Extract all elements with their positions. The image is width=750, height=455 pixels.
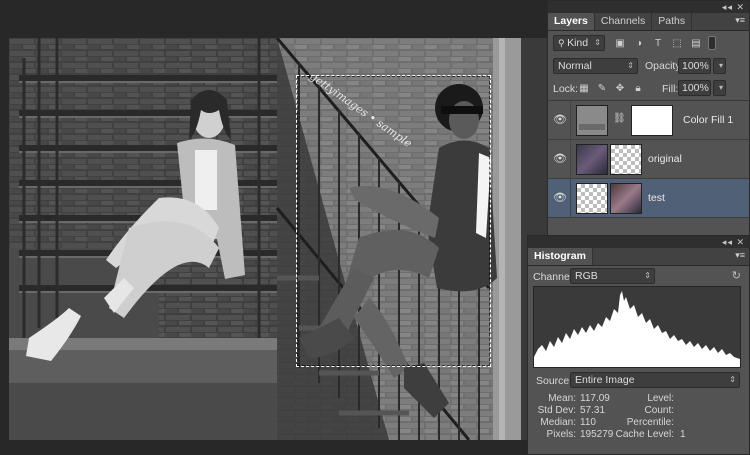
histogram-tabbar: Histogram ▾≡ [528, 248, 749, 266]
shape-filter-icon[interactable]: ⬚ [671, 38, 683, 50]
layer-thumbnail [576, 183, 608, 214]
refresh-icon[interactable]: ↻ [732, 269, 741, 282]
layer-mask-thumbnail [631, 105, 673, 136]
layer-name: test [648, 192, 665, 204]
layer-mask-thumbnail [610, 144, 642, 175]
fill-dropdown-button[interactable]: ▾ [713, 80, 726, 96]
stat-mean-value: 117.09 [580, 393, 610, 404]
lock-all-icon[interactable]: 🔒︎ [632, 83, 644, 95]
layer-test[interactable]: 👁︎ test [548, 179, 749, 218]
panel-collapse-bar[interactable]: ◂◂ ✕ [528, 236, 749, 248]
filter-kind-label: Kind [567, 37, 589, 49]
divider [570, 101, 571, 140]
layer-filter-row: ⚲ Kind ⇕ ▣ ◑ T ⬚ ▤ [548, 32, 749, 56]
source-value: Entire Image [575, 374, 635, 386]
stat-cache-level-label: Cache Level: [615, 429, 674, 440]
layers-list: 👁︎ ⛓ Color Fill 1 👁︎ original 👁︎ test [548, 100, 749, 218]
collapse-icon[interactable]: ◂◂ ✕ [722, 2, 745, 13]
opacity-input[interactable]: 100% [678, 58, 711, 74]
source-label: Source: [536, 375, 573, 387]
tab-channels[interactable]: Channels [595, 13, 653, 30]
histogram-graph [533, 286, 741, 368]
stat-count-label: Count: [644, 405, 674, 416]
stat-mean-label: Mean: [548, 393, 576, 404]
lock-position-icon[interactable]: ✥ [614, 83, 626, 95]
tab-layers[interactable]: Layers [548, 13, 595, 30]
lock-row: Lock: ▦ ✎ ✥ 🔒︎ Fill: 100% ▾ [548, 78, 749, 100]
stepper-icon: ⇕ [594, 38, 601, 47]
layer-color-fill-1[interactable]: 👁︎ ⛓ Color Fill 1 [548, 101, 749, 140]
lock-label: Lock: [553, 83, 579, 95]
layer-mask-thumbnail [610, 183, 642, 214]
adjustment-filter-icon[interactable]: ◑ [633, 38, 645, 50]
eye-icon[interactable]: 👁︎ [553, 153, 567, 165]
stat-median-value: 110 [580, 417, 596, 428]
chevron-down-icon: ▾ [718, 83, 723, 92]
stat-stddev-value: 57.31 [580, 405, 606, 416]
stat-pixels-value: 195279 [580, 429, 614, 440]
panel-menu-icon[interactable]: ▾≡ [735, 15, 745, 26]
layers-panel: ◂◂ ✕ Layers Channels Paths ▾≡ ⚲ Kind ⇕ ▣ … [547, 0, 750, 240]
marquee-selection[interactable] [296, 75, 491, 367]
layer-thumbnail [576, 144, 608, 175]
fill-swatch-icon [579, 124, 605, 130]
histogram-plot [534, 291, 740, 367]
stepper-icon: ⇕ [729, 375, 736, 384]
filter-toggle-icon[interactable] [708, 36, 716, 50]
lock-transparency-icon[interactable]: ▦ [578, 83, 590, 95]
layer-original[interactable]: 👁︎ original [548, 140, 749, 179]
channel-value: RGB [575, 270, 598, 282]
collapse-icon[interactable]: ◂◂ ✕ [722, 237, 745, 248]
fill-label: Fill: [662, 83, 679, 95]
blend-mode-select[interactable]: Normal ⇕ [553, 58, 638, 74]
stat-level-label: Level: [647, 393, 674, 404]
canvas-area[interactable]: gettyimages • sample [0, 0, 547, 455]
panel-collapse-bar[interactable]: ◂◂ ✕ [548, 1, 749, 13]
layers-tabbar: Layers Channels Paths ▾≡ [548, 13, 749, 31]
divider [570, 140, 571, 179]
filter-kind-select[interactable]: ⚲ Kind ⇕ [553, 35, 605, 51]
blend-row: Normal ⇕ Opacity: 100% ▾ [548, 56, 749, 78]
link-icon[interactable]: ⛓ [613, 113, 626, 124]
channel-label: Channel: [533, 271, 576, 283]
lock-image-icon[interactable]: ✎ [596, 83, 608, 95]
stat-pixels-label: Pixels: [546, 429, 576, 440]
eye-icon[interactable]: 👁︎ [553, 114, 567, 126]
channel-select[interactable]: RGB ⇕ [570, 268, 655, 284]
pixel-filter-icon[interactable]: ▣ [614, 38, 626, 50]
opacity-dropdown-button[interactable]: ▾ [713, 58, 726, 74]
layer-name: Color Fill 1 [683, 114, 734, 126]
search-icon: ⚲ [558, 38, 568, 48]
tab-paths[interactable]: Paths [652, 13, 693, 30]
histogram-panel: ◂◂ ✕ Histogram ▾≡ Channel: RGB ⇕ ↻ Source… [527, 235, 750, 455]
source-select[interactable]: Entire Image ⇕ [570, 372, 740, 388]
panel-menu-icon[interactable]: ▾≡ [735, 250, 745, 261]
type-filter-icon[interactable]: T [652, 38, 664, 50]
layer-thumbnail [576, 105, 608, 136]
stepper-icon: ⇕ [644, 271, 651, 280]
blend-mode-label: Normal [558, 60, 592, 72]
stat-cache-level-value: 1 [680, 429, 686, 440]
smart-object-filter-icon[interactable]: ▤ [690, 38, 702, 50]
divider [570, 179, 571, 218]
document-image[interactable]: gettyimages • sample [9, 38, 521, 440]
chevron-down-icon: ▾ [718, 61, 723, 70]
eye-icon[interactable]: 👁︎ [553, 192, 567, 204]
stat-median-label: Median: [540, 417, 576, 428]
layer-name: original [648, 153, 682, 165]
stat-stddev-label: Std Dev: [537, 405, 576, 416]
stat-percentile-label: Percentile: [626, 417, 674, 428]
fill-input[interactable]: 100% [678, 80, 711, 96]
stepper-icon: ⇕ [627, 61, 634, 70]
tab-histogram[interactable]: Histogram [528, 248, 593, 265]
